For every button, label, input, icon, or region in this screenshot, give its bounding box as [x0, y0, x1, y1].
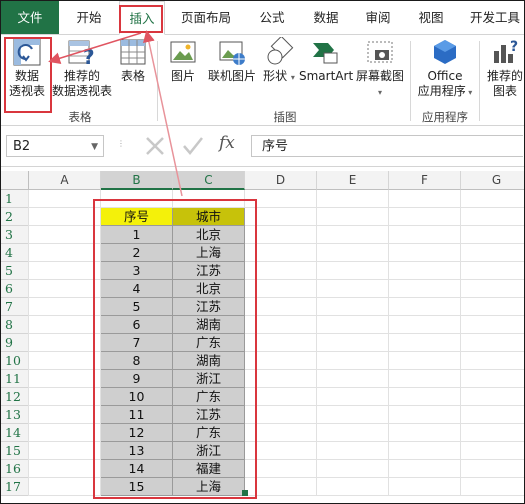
arrow-to-pivot-table: [48, 32, 142, 65]
excel-window: 文件 开始 插入 页面布局 公式 数据 审阅 视图 开发工具 数据 透视表 ? …: [0, 0, 525, 504]
annotation-arrows: [48, 30, 183, 197]
arrow-to-insert-tab: [143, 30, 183, 197]
